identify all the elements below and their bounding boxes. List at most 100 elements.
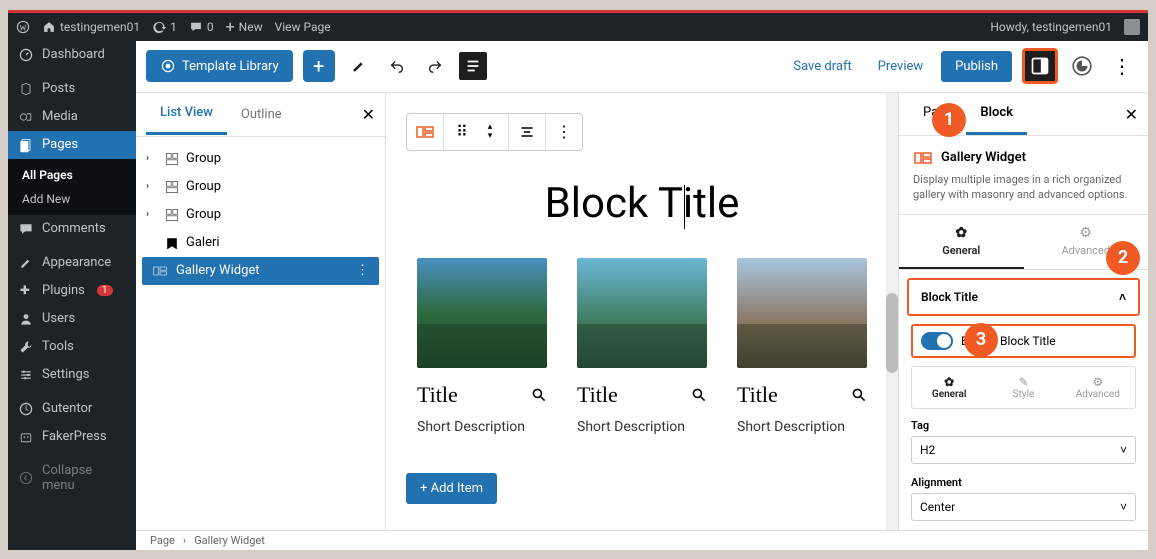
tag-select[interactable]: H2˅ xyxy=(911,436,1136,464)
widget-description: Display multiple images in a rich organi… xyxy=(913,172,1134,203)
enable-block-title-toggle[interactable] xyxy=(921,332,953,350)
enable-block-title-row: Enable Block Title xyxy=(911,324,1136,358)
sidebar-item-posts[interactable]: Posts xyxy=(8,75,136,103)
settings-panel-toggle[interactable] xyxy=(1022,48,1058,84)
sidebar-item-appearance[interactable]: Appearance xyxy=(8,249,136,277)
inner-tab-style[interactable]: ✎Style xyxy=(986,367,1060,408)
tree-item-group[interactable]: ›Group xyxy=(136,173,385,201)
admin-bar: testingemen01 1 0 +New View Page Howdy, … xyxy=(8,13,1148,41)
tree-item-gallery-widget[interactable]: Gallery Widget ⋮ xyxy=(142,257,379,285)
updates-count[interactable]: 1 xyxy=(152,20,177,34)
chevron-up-icon: ˄ xyxy=(1119,290,1126,304)
align-icon[interactable] xyxy=(513,118,541,146)
edit-tool-icon[interactable] xyxy=(345,52,373,80)
gallery-widget-icon xyxy=(913,148,933,168)
block-more-icon[interactable]: ⋮ xyxy=(550,118,578,146)
close-list-view-icon[interactable]: ✕ xyxy=(362,105,375,124)
gallery-card[interactable]: Title Short Description xyxy=(417,258,547,438)
panel-block-title-header[interactable]: Block Title˄ xyxy=(909,280,1138,314)
inspector-panel: Page Block ✕ Gallery Widget Display mult… xyxy=(898,93,1148,530)
sidebar-submenu-pages: All Pages Add New xyxy=(8,159,136,215)
chevron-right-icon: › xyxy=(183,534,186,547)
card-title: Title xyxy=(577,382,618,408)
template-library-button[interactable]: Template Library xyxy=(146,50,293,82)
inner-tab-general[interactable]: ✿General xyxy=(912,367,986,408)
move-up-down-icon[interactable]: ▴▾ xyxy=(476,118,504,146)
sidebar-item-gutentor[interactable]: Gutentor xyxy=(8,395,136,423)
sidebar-item-settings[interactable]: Settings xyxy=(8,361,136,389)
user-avatar[interactable] xyxy=(1124,19,1140,35)
site-name[interactable]: testingemen01 xyxy=(42,20,140,34)
add-block-button[interactable]: + xyxy=(303,50,335,82)
sidebar-item-media[interactable]: Media xyxy=(8,103,136,131)
gallery-cards: Title Short Description Title Short Desc… xyxy=(406,258,878,438)
close-inspector-icon[interactable]: ✕ xyxy=(1125,105,1138,124)
editor-canvas: ⠿ ▴▾ ⋮ Block Title Title Short Descripti… xyxy=(386,93,898,530)
save-draft-button[interactable]: Save draft xyxy=(785,53,859,80)
sidebar-item-users[interactable]: Users xyxy=(8,305,136,333)
editor-main: Template Library + Save draft Preview Pu… xyxy=(136,41,1148,550)
block-title-inner-tabs: ✿General ✎Style ⚙Advanced xyxy=(911,366,1136,409)
canvas-scrollbar[interactable] xyxy=(886,93,898,530)
breadcrumb-item[interactable]: Gallery Widget xyxy=(194,534,265,547)
breadcrumb-item[interactable]: Page xyxy=(150,534,175,547)
redo-icon[interactable] xyxy=(421,52,449,80)
add-item-button[interactable]: + Add Item xyxy=(406,473,497,504)
undo-icon[interactable] xyxy=(383,52,411,80)
block-toolbar: ⠿ ▴▾ ⋮ xyxy=(406,113,583,151)
sidebar-subitem-add-new[interactable]: Add New xyxy=(8,187,136,211)
card-description: Short Description xyxy=(577,418,707,438)
zoom-icon[interactable] xyxy=(531,387,547,403)
tab-outline[interactable]: Outline xyxy=(227,95,296,134)
comments-count[interactable]: 0 xyxy=(189,20,214,34)
annotation-callout-3: 3 xyxy=(964,323,998,357)
block-tree: ›Group ›Group ›Group Galeri Gallery Widg… xyxy=(136,137,385,293)
view-page-link[interactable]: View Page xyxy=(275,20,331,34)
list-view-toggle-icon[interactable] xyxy=(459,52,487,80)
inner-tab-advanced[interactable]: ⚙Advanced xyxy=(1061,367,1135,408)
card-title: Title xyxy=(417,382,458,408)
editor-toolbar: Template Library + Save draft Preview Pu… xyxy=(136,41,1148,93)
tab-list-view[interactable]: List View xyxy=(146,93,227,135)
sidebar-item-tools[interactable]: Tools xyxy=(8,333,136,361)
zoom-icon[interactable] xyxy=(851,387,867,403)
zoom-icon[interactable] xyxy=(691,387,707,403)
gallery-thumbnail xyxy=(577,258,707,368)
gallery-card[interactable]: Title Short Description xyxy=(577,258,707,438)
inspector-header: Gallery Widget Display multiple images i… xyxy=(899,136,1148,216)
sidebar-item-fakerpress[interactable]: FakerPress xyxy=(8,423,136,451)
chevron-down-icon: ˅ xyxy=(1120,443,1127,457)
gallery-card[interactable]: Title Short Description xyxy=(737,258,867,438)
tree-item-menu-icon[interactable]: ⋮ xyxy=(356,263,369,278)
block-type-icon[interactable] xyxy=(411,118,439,146)
tree-item-galeri[interactable]: Galeri xyxy=(136,229,385,257)
sidebar-subitem-all-pages[interactable]: All Pages xyxy=(8,163,136,187)
list-view-panel: List View Outline ✕ ›Group ›Group ›Group… xyxy=(136,93,386,530)
howdy-user[interactable]: Howdy, testingemen01 xyxy=(990,20,1112,34)
tree-item-group[interactable]: ›Group xyxy=(136,201,385,229)
more-options-icon[interactable]: ⋮ xyxy=(1106,54,1138,78)
card-description: Short Description xyxy=(737,418,867,438)
panel-block-title: Block Title˄ xyxy=(907,278,1140,316)
drag-handle-icon[interactable]: ⠿ xyxy=(448,118,476,146)
sidebar-item-plugins[interactable]: Plugins1 xyxy=(8,277,136,305)
new-button[interactable]: +New xyxy=(226,17,263,36)
subtab-general[interactable]: ✿General xyxy=(899,215,1024,269)
sidebar-item-comments[interactable]: Comments xyxy=(8,215,136,243)
wp-logo[interactable] xyxy=(16,20,30,34)
gutentor-icon[interactable] xyxy=(1068,52,1096,80)
sidebar-item-dashboard[interactable]: Dashboard xyxy=(8,41,136,69)
block-title-heading[interactable]: Block Title xyxy=(406,179,878,228)
card-title: Title xyxy=(737,382,778,408)
tag-label: Tag xyxy=(911,419,1136,432)
plugins-update-badge: 1 xyxy=(97,285,113,296)
preview-button[interactable]: Preview xyxy=(870,53,931,80)
tab-block[interactable]: Block xyxy=(966,93,1027,135)
sidebar-collapse[interactable]: Collapse menu xyxy=(8,457,136,499)
alignment-select[interactable]: Center˅ xyxy=(911,493,1136,521)
publish-button[interactable]: Publish xyxy=(941,51,1012,82)
tree-item-group[interactable]: ›Group xyxy=(136,145,385,173)
gallery-thumbnail xyxy=(417,258,547,368)
sidebar-item-pages[interactable]: Pages xyxy=(8,131,136,159)
card-description: Short Description xyxy=(417,418,547,438)
